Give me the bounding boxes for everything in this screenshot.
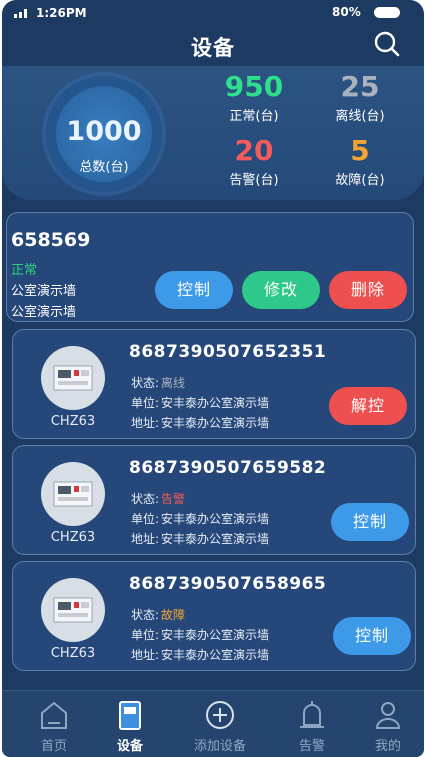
tab-alarm-label: 告警 — [298, 739, 325, 754]
home-icon — [41, 701, 67, 729]
total-label: 总数(台) — [79, 160, 129, 175]
device-icon — [119, 701, 141, 730]
device-unit-row: 单位: 安丰泰办公室演示墙 — [131, 394, 269, 411]
status-label: 状态: — [131, 608, 160, 622]
device-model: CHZ63 — [50, 414, 96, 429]
signal-icon — [14, 9, 27, 18]
device-card-swiped[interactable]: 658569 正常 公室演示墙 公室演示墙 控制 修改 删除 — [6, 212, 414, 322]
stat-offline-label: 离线(台) — [335, 109, 385, 124]
stat-offline[interactable]: 25 离线(台) — [310, 70, 410, 124]
device-id: 8687390507652351 — [129, 342, 327, 362]
breaker-device-image — [53, 597, 93, 623]
address-value: 安丰泰办公室演示墙 — [161, 648, 270, 662]
breaker-device-image — [53, 481, 93, 507]
device-thumbnail — [41, 462, 105, 526]
breaker-device-image — [53, 365, 93, 391]
unit-value: 安丰泰办公室演示墙 — [161, 512, 270, 526]
stat-normal-label: 正常(台) — [229, 109, 279, 124]
device-address: 公室演示墙 — [11, 305, 77, 320]
page-title: 设备 — [191, 36, 235, 60]
bottom-tab-bar: 首页 设备 添加设备 告警 我的 — [2, 690, 424, 757]
unit-label: 单位: — [131, 396, 160, 410]
add-circle-icon — [206, 701, 234, 729]
device-status-row: 状态: 离线 — [131, 374, 185, 391]
stat-normal[interactable]: 950 正常(台) — [204, 70, 304, 124]
device-status: 正常 — [11, 263, 38, 278]
unit-label: 单位: — [131, 512, 160, 526]
device-id: 658569 — [11, 229, 91, 251]
address-label: 地址: — [131, 532, 160, 546]
device-address-row: 地址: 安丰泰办公室演示墙 — [131, 646, 269, 663]
device-unit-row: 单位: 安丰泰办公室演示墙 — [131, 626, 269, 643]
tab-devices-label: 设备 — [116, 739, 143, 754]
tab-mine[interactable]: 我的 — [346, 691, 424, 757]
status-value: 告警 — [161, 492, 186, 506]
address-label: 地址: — [131, 648, 160, 662]
control-button[interactable]: 控制 — [155, 271, 233, 309]
tab-add-device[interactable]: 添加设备 — [178, 691, 262, 757]
stat-fault-value: 5 — [350, 134, 370, 167]
tab-devices[interactable]: 设备 — [88, 691, 172, 757]
unlock-control-button[interactable]: 解控 — [329, 387, 407, 425]
device-model: CHZ63 — [50, 530, 96, 545]
total-ring: 1000 总数(台) — [46, 76, 162, 192]
status-time: 1:26PM — [36, 6, 87, 20]
device-status-row: 状态: 故障 — [131, 606, 185, 623]
search-icon — [374, 31, 400, 57]
control-button[interactable]: 控制 — [331, 503, 409, 541]
edit-button[interactable]: 修改 — [242, 271, 320, 309]
stat-fault[interactable]: 5 故障(台) — [310, 134, 410, 188]
device-address-row: 地址: 安丰泰办公室演示墙 — [131, 530, 269, 547]
tab-add-device-label: 添加设备 — [193, 739, 246, 754]
status-label: 状态: — [131, 376, 160, 390]
battery-icon — [374, 7, 400, 18]
device-thumbnail — [41, 578, 105, 642]
device-model: CHZ63 — [50, 646, 96, 661]
unit-value: 安丰泰办公室演示墙 — [161, 628, 270, 642]
device-card[interactable]: CHZ63 8687390507659582 状态: 告警 单位: 安丰泰办公室演示… — [12, 445, 416, 555]
unit-label: 单位: — [131, 628, 160, 642]
device-id: 8687390507659582 — [129, 458, 327, 478]
tab-home-label: 首页 — [40, 739, 67, 754]
device-id: 8687390507658965 — [129, 574, 327, 594]
search-button[interactable] — [372, 29, 402, 59]
header: 设备 — [2, 26, 424, 66]
device-card[interactable]: CHZ63 8687390507652351 状态: 离线 单位: 安丰泰办公室演示… — [12, 329, 416, 439]
unit-value: 安丰泰办公室演示墙 — [161, 396, 270, 410]
address-value: 安丰泰办公室演示墙 — [161, 416, 270, 430]
control-button[interactable]: 控制 — [333, 617, 411, 655]
stat-alarm-label: 告警(台) — [229, 173, 279, 188]
user-icon — [375, 702, 401, 729]
total-count: 1000 — [66, 116, 142, 147]
tab-mine-label: 我的 — [374, 739, 401, 754]
status-label: 状态: — [131, 492, 160, 506]
device-status-row: 状态: 告警 — [131, 490, 185, 507]
alarm-bell-icon — [300, 701, 324, 728]
device-address-row: 地址: 安丰泰办公室演示墙 — [131, 414, 269, 431]
stat-fault-label: 故障(台) — [335, 173, 385, 188]
device-card[interactable]: CHZ63 8687390507658965 状态: 故障 单位: 安丰泰办公室演示… — [12, 561, 416, 671]
status-bar: 1:26PM 80% — [2, 0, 424, 26]
address-value: 安丰泰办公室演示墙 — [161, 532, 270, 546]
device-unit: 公室演示墙 — [11, 284, 77, 299]
device-unit-row: 单位: 安丰泰办公室演示墙 — [131, 510, 269, 527]
tab-home[interactable]: 首页 — [12, 691, 96, 757]
stat-normal-value: 950 — [224, 70, 284, 103]
device-thumbnail — [41, 346, 105, 410]
status-value: 离线 — [161, 376, 186, 390]
delete-button[interactable]: 删除 — [329, 271, 407, 309]
stat-alarm-value: 20 — [234, 134, 274, 167]
device-summary-panel: 1000 总数(台) 950 正常(台) 25 离线(台) 20 告警(台) 5… — [2, 66, 424, 200]
stat-alarm[interactable]: 20 告警(台) — [204, 134, 304, 188]
address-label: 地址: — [131, 416, 160, 430]
status-value: 故障 — [161, 608, 186, 622]
tab-alarm[interactable]: 告警 — [270, 691, 354, 757]
app-screen: 1:26PM 80% 设备 1000 总数(台) 950 正常(台) 25 离线… — [2, 0, 424, 757]
stat-offline-value: 25 — [340, 70, 380, 103]
battery-percent: 80% — [332, 5, 361, 19]
